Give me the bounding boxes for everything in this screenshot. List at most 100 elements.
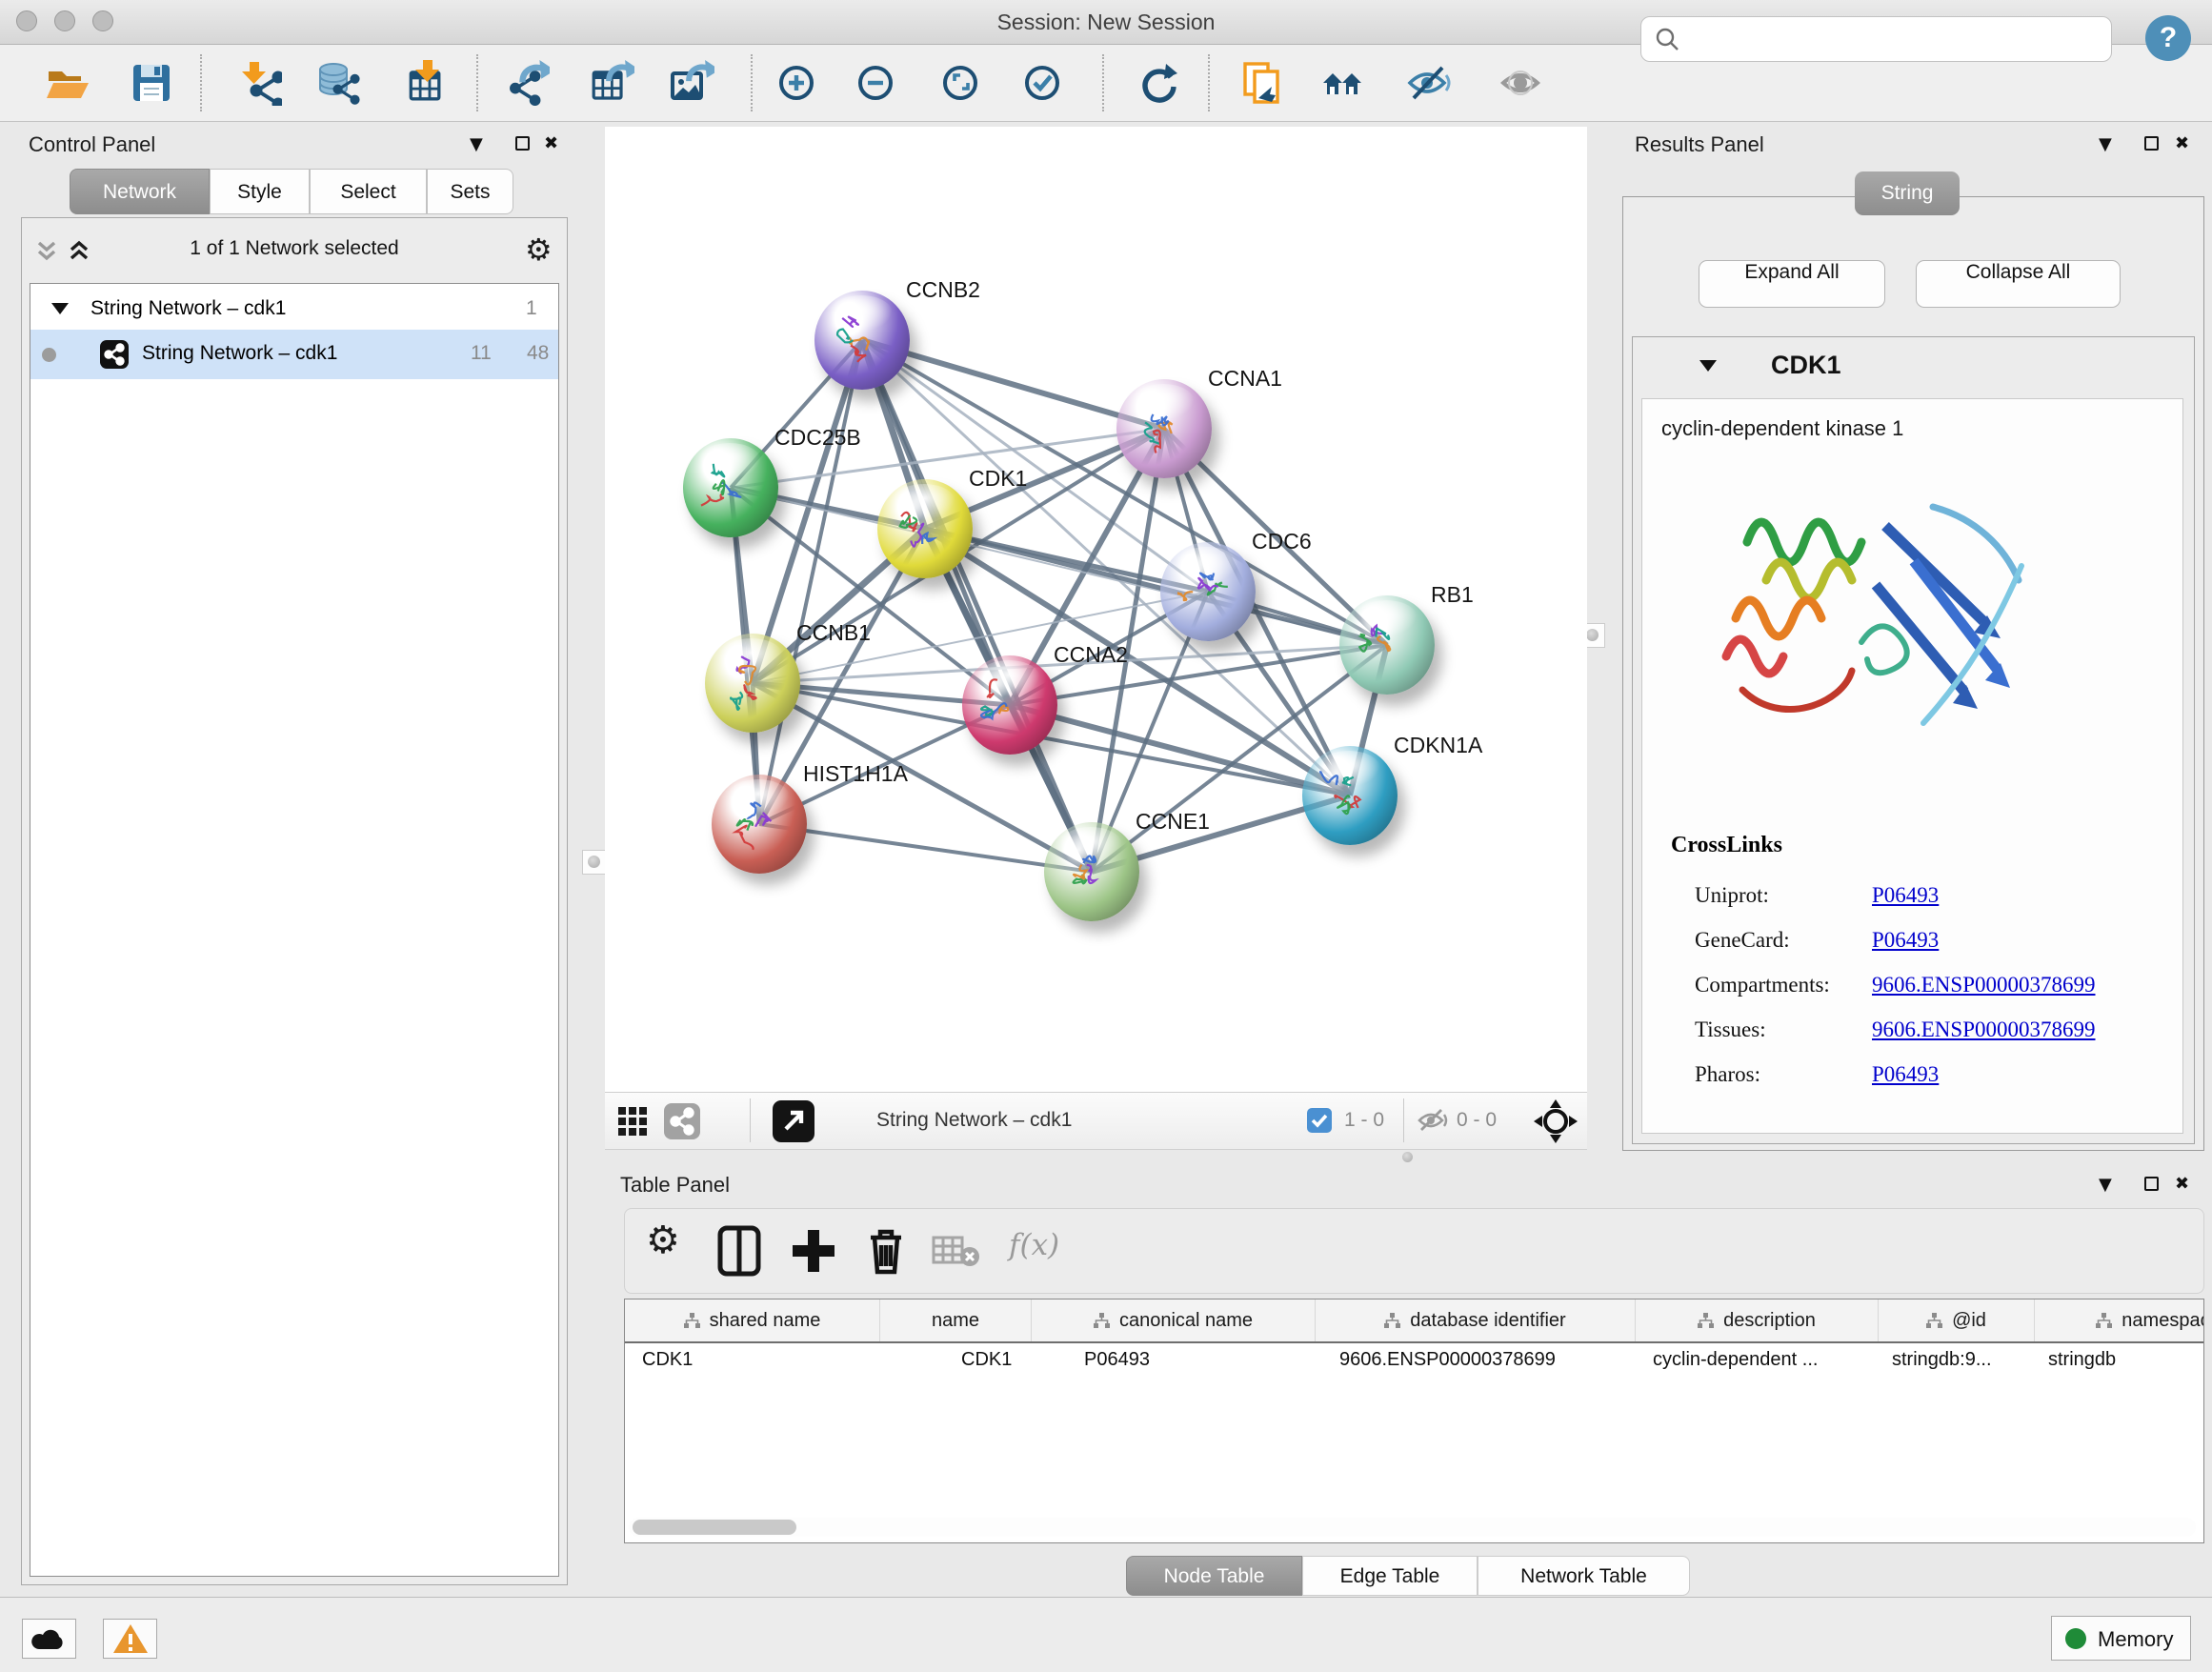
table-cell[interactable]: stringdb:9... bbox=[1892, 1349, 2035, 1383]
table-cell[interactable]: 9606.ENSP00000378699 bbox=[1339, 1349, 1636, 1383]
table-panel-maximize-icon[interactable] bbox=[2144, 1177, 2159, 1191]
table-cell[interactable]: cyclin-dependent ... bbox=[1653, 1349, 1879, 1383]
table-cell[interactable]: CDK1 bbox=[961, 1349, 1032, 1383]
tab-network-table[interactable]: Network Table bbox=[1478, 1556, 1690, 1596]
open-session-button[interactable] bbox=[45, 60, 90, 106]
tab-node-table[interactable]: Node Table bbox=[1126, 1556, 1302, 1596]
crosslink-link[interactable]: P06493 bbox=[1872, 928, 1939, 953]
results-panel-close-icon[interactable]: ✖ bbox=[2175, 133, 2189, 153]
column-header-name[interactable]: name bbox=[880, 1299, 1032, 1341]
open-in-window-icon[interactable] bbox=[773, 1100, 814, 1142]
tab-string[interactable]: String bbox=[1855, 171, 1960, 215]
help-button[interactable]: ? bbox=[2145, 15, 2191, 61]
zoom-in-button[interactable] bbox=[775, 60, 821, 106]
crosslink-link[interactable]: P06493 bbox=[1872, 883, 1939, 908]
column-header-canonical-name[interactable]: canonical name bbox=[1032, 1299, 1316, 1341]
refresh-button[interactable] bbox=[1136, 60, 1181, 106]
tab-sets[interactable]: Sets bbox=[427, 169, 513, 214]
birdseye-grid-icon[interactable] bbox=[616, 1105, 649, 1142]
network-node-cdk1[interactable] bbox=[877, 479, 973, 578]
import-network-database-button[interactable] bbox=[316, 60, 362, 106]
status-bar: Memory bbox=[0, 1597, 2212, 1672]
table-cell[interactable]: P06493 bbox=[1084, 1349, 1316, 1383]
gene-caret-icon[interactable] bbox=[1699, 360, 1717, 372]
search-input[interactable] bbox=[1685, 21, 2099, 57]
zoom-out-icon bbox=[855, 60, 900, 106]
import-network-file-button[interactable] bbox=[236, 60, 282, 106]
network-node-cdc6[interactable] bbox=[1160, 542, 1256, 641]
column-header-database-identifier[interactable]: database identifier bbox=[1316, 1299, 1636, 1341]
tab-network[interactable]: Network bbox=[70, 169, 210, 214]
zoom-out-button[interactable] bbox=[855, 60, 900, 106]
table-cell[interactable]: CDK1 bbox=[642, 1349, 880, 1383]
tab-select[interactable]: Select bbox=[310, 169, 427, 214]
network-row[interactable]: String Network – cdk1 11 48 bbox=[30, 330, 558, 379]
fit-selected-crosshair-icon[interactable] bbox=[1534, 1099, 1578, 1148]
memory-button[interactable]: Memory bbox=[2051, 1616, 2191, 1661]
gene-detail-card: cyclin-dependent kinase 1 CrossLinks Uni… bbox=[1641, 398, 2183, 1134]
zoom-selected-button[interactable] bbox=[1021, 60, 1067, 106]
gene-section: CDK1 cyclin-dependent kinase 1 CrossLi bbox=[1632, 336, 2195, 1144]
export-network-button[interactable] bbox=[504, 60, 550, 106]
node-table[interactable]: shared namenamecanonical namedatabase id… bbox=[624, 1299, 2204, 1543]
network-view-toolbar: String Network – cdk1 1 - 0 0 - 0 bbox=[605, 1092, 1587, 1150]
column-header--id[interactable]: @id bbox=[1879, 1299, 2035, 1341]
first-neighbors-button[interactable] bbox=[1321, 60, 1367, 106]
table-cell[interactable]: stringdb bbox=[2048, 1349, 2204, 1383]
warnings-button[interactable] bbox=[103, 1619, 157, 1659]
export-table-button[interactable] bbox=[589, 60, 634, 106]
control-panel-float-icon[interactable]: ▼ bbox=[470, 134, 483, 154]
show-graphics-button[interactable] bbox=[1499, 60, 1545, 106]
table-horizontal-scrollbar[interactable] bbox=[629, 1518, 2196, 1537]
expand-all-button[interactable]: Expand All bbox=[1699, 260, 1885, 308]
column-header-description[interactable]: description bbox=[1636, 1299, 1879, 1341]
table-scrollbar-thumb[interactable] bbox=[633, 1520, 796, 1535]
show-columns-icon[interactable] bbox=[715, 1224, 763, 1282]
control-panel-close-icon[interactable]: ✖ bbox=[544, 133, 558, 153]
column-header-namespace[interactable]: namespace bbox=[2035, 1299, 2204, 1341]
tab-style[interactable]: Style bbox=[210, 169, 310, 214]
network-node-ccne1[interactable] bbox=[1044, 822, 1139, 921]
node-label-cdc25b: CDC25B bbox=[774, 425, 861, 451]
horizontal-splitter-handle[interactable] bbox=[1402, 1152, 1413, 1162]
table-panel-float-icon[interactable]: ▼ bbox=[2099, 1175, 2112, 1195]
crosslink-label: Pharos: bbox=[1695, 1062, 1760, 1087]
crosslink-link[interactable]: P06493 bbox=[1872, 1062, 1939, 1087]
create-column-plus-icon[interactable] bbox=[789, 1224, 838, 1282]
network-node-ccna1[interactable] bbox=[1116, 379, 1212, 478]
network-options-gear-icon[interactable]: ⚙ bbox=[525, 232, 553, 268]
network-node-cdc25b[interactable] bbox=[683, 438, 778, 537]
collection-caret-icon[interactable] bbox=[51, 303, 69, 314]
selected-checkbox-icon[interactable] bbox=[1307, 1108, 1332, 1133]
table-options-gear-icon[interactable]: ⚙ bbox=[646, 1219, 680, 1262]
control-panel-maximize-icon[interactable] bbox=[515, 136, 530, 151]
import-table-file-button[interactable] bbox=[402, 60, 448, 106]
network-node-cdkn1a[interactable] bbox=[1302, 746, 1398, 845]
network-share-view-icon[interactable] bbox=[664, 1103, 700, 1139]
crosslink-link[interactable]: 9606.ENSP00000378699 bbox=[1872, 1017, 2096, 1042]
results-panel-float-icon[interactable]: ▼ bbox=[2099, 134, 2112, 154]
network-node-ccna2[interactable] bbox=[962, 655, 1057, 755]
network-node-ccnb1[interactable] bbox=[705, 634, 800, 733]
delete-column-trash-icon[interactable] bbox=[863, 1224, 909, 1282]
network-canvas[interactable]: CCNB2 CCNA1 CDC25B CDK1 CDC6 RB1 CCNB1 C… bbox=[605, 127, 1587, 1092]
crosslink-link[interactable]: 9606.ENSP00000378699 bbox=[1872, 973, 2096, 997]
network-collection-row[interactable]: String Network – cdk1 1 bbox=[30, 290, 558, 328]
hide-graphics-button[interactable] bbox=[1406, 60, 1452, 106]
export-image-button[interactable] bbox=[669, 60, 714, 106]
gene-section-header[interactable]: CDK1 bbox=[1633, 337, 2194, 398]
left-splitter-handle[interactable] bbox=[582, 850, 607, 875]
table-panel-close-icon[interactable]: ✖ bbox=[2175, 1174, 2189, 1194]
network-node-ccnb2[interactable] bbox=[814, 291, 910, 390]
tab-edge-table[interactable]: Edge Table bbox=[1302, 1556, 1478, 1596]
annotation-button[interactable] bbox=[1239, 60, 1285, 106]
save-session-button[interactable] bbox=[129, 60, 174, 106]
network-node-hist1h1a[interactable] bbox=[712, 775, 807, 874]
results-panel-maximize-icon[interactable] bbox=[2144, 136, 2159, 151]
network-node-rb1[interactable] bbox=[1339, 595, 1435, 695]
cloud-status-button[interactable] bbox=[22, 1619, 76, 1659]
collapse-all-button[interactable]: Collapse All bbox=[1916, 260, 2121, 308]
zoom-fit-button[interactable] bbox=[939, 60, 985, 106]
column-header-shared-name[interactable]: shared name bbox=[625, 1299, 880, 1341]
protein-structure-thumbnail bbox=[722, 653, 783, 714]
